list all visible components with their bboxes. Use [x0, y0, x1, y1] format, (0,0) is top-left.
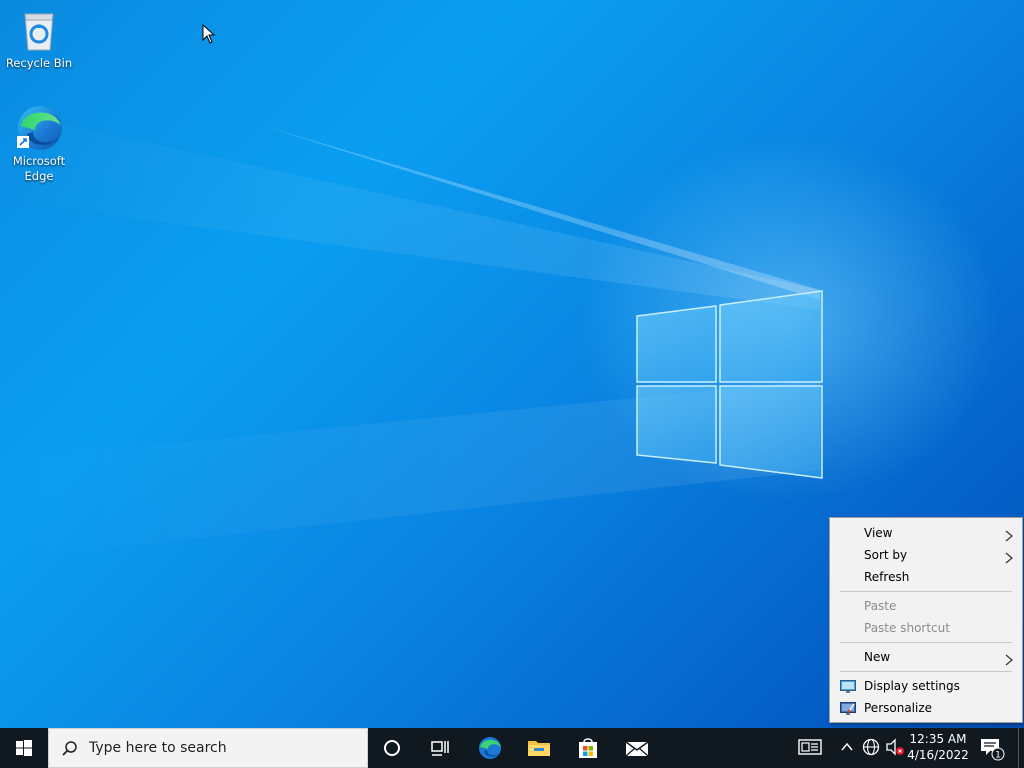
edge-icon [15, 104, 63, 152]
task-view-button[interactable] [416, 728, 464, 768]
menu-item-personalize[interactable]: Personalize [830, 697, 1022, 719]
windows-start-icon [16, 740, 32, 756]
mouse-cursor-icon [202, 23, 216, 47]
menu-item-label: Personalize [864, 701, 933, 715]
display-icon [840, 679, 856, 693]
cortana-icon [384, 740, 400, 756]
store-icon [579, 738, 597, 758]
recycle-bin-shortcut[interactable]: Recycle Bin [1, 6, 77, 71]
menu-item-sort-by[interactable]: Sort by [830, 544, 1022, 566]
system-clock[interactable]: 12:35 AM 4/16/2022 [906, 731, 970, 763]
edge-icon [479, 737, 501, 759]
menu-separator [840, 642, 1012, 643]
menu-item-paste: Paste [830, 595, 1022, 617]
menu-item-display-settings[interactable]: Display settings [830, 675, 1022, 697]
chevron-right-icon [1004, 651, 1014, 666]
file-explorer-button[interactable] [515, 728, 563, 768]
show-desktop-button[interactable] [1018, 728, 1024, 768]
menu-item-label: Paste [864, 599, 897, 613]
menu-item-paste-shortcut: Paste shortcut [830, 617, 1022, 639]
notification-count: 1 [995, 751, 1001, 761]
mail-icon [625, 741, 649, 757]
recycle-bin-label: Recycle Bin [5, 56, 73, 70]
file-explorer-icon [528, 741, 550, 756]
recycle-bin-icon [15, 6, 63, 54]
menu-separator [840, 591, 1012, 592]
menu-item-label: Refresh [864, 570, 910, 584]
clock-time: 12:35 AM [909, 732, 967, 746]
menu-item-new[interactable]: New [830, 646, 1022, 668]
edge-shortcut[interactable]: Microsoft Edge [1, 104, 77, 184]
personalize-icon [840, 701, 856, 715]
desktop-context-menu: View Sort by Refresh Paste Paste shortcu… [829, 517, 1023, 723]
menu-item-label: View [864, 526, 893, 540]
volume-muted-icon[interactable] [885, 738, 905, 759]
menu-item-label: Sort by [864, 548, 908, 562]
network-icon[interactable] [862, 738, 880, 759]
cortana-button[interactable] [368, 728, 416, 768]
menu-item-label: Paste shortcut [864, 621, 950, 635]
menu-item-view[interactable]: View [830, 522, 1022, 544]
microsoft-store-button[interactable] [564, 728, 612, 768]
taskbar: Type here to search 12:35 AM 4/16/2022 1 [0, 728, 1024, 768]
taskbar-search-box[interactable]: Type here to search [48, 728, 368, 768]
notification-icon: 1 [981, 739, 1005, 761]
clock-date: 4/16/2022 [907, 748, 969, 762]
menu-separator [840, 671, 1012, 672]
menu-item-label: New [864, 650, 891, 664]
start-button[interactable] [0, 728, 48, 768]
search-icon [61, 740, 79, 761]
search-placeholder: Type here to search [89, 740, 227, 756]
chevron-up-icon[interactable] [840, 738, 854, 759]
task-view-icon [431, 741, 449, 756]
chevron-right-icon [1004, 549, 1014, 564]
news-icon[interactable] [798, 738, 822, 759]
chevron-right-icon [1004, 527, 1014, 542]
mail-button[interactable] [613, 728, 661, 768]
action-center-button[interactable]: 1 [978, 736, 1008, 765]
taskbar-edge-button[interactable] [466, 728, 514, 768]
edge-label: Microsoft Edge [12, 154, 66, 183]
menu-item-label: Display settings [864, 679, 960, 693]
menu-item-refresh[interactable]: Refresh [830, 566, 1022, 588]
